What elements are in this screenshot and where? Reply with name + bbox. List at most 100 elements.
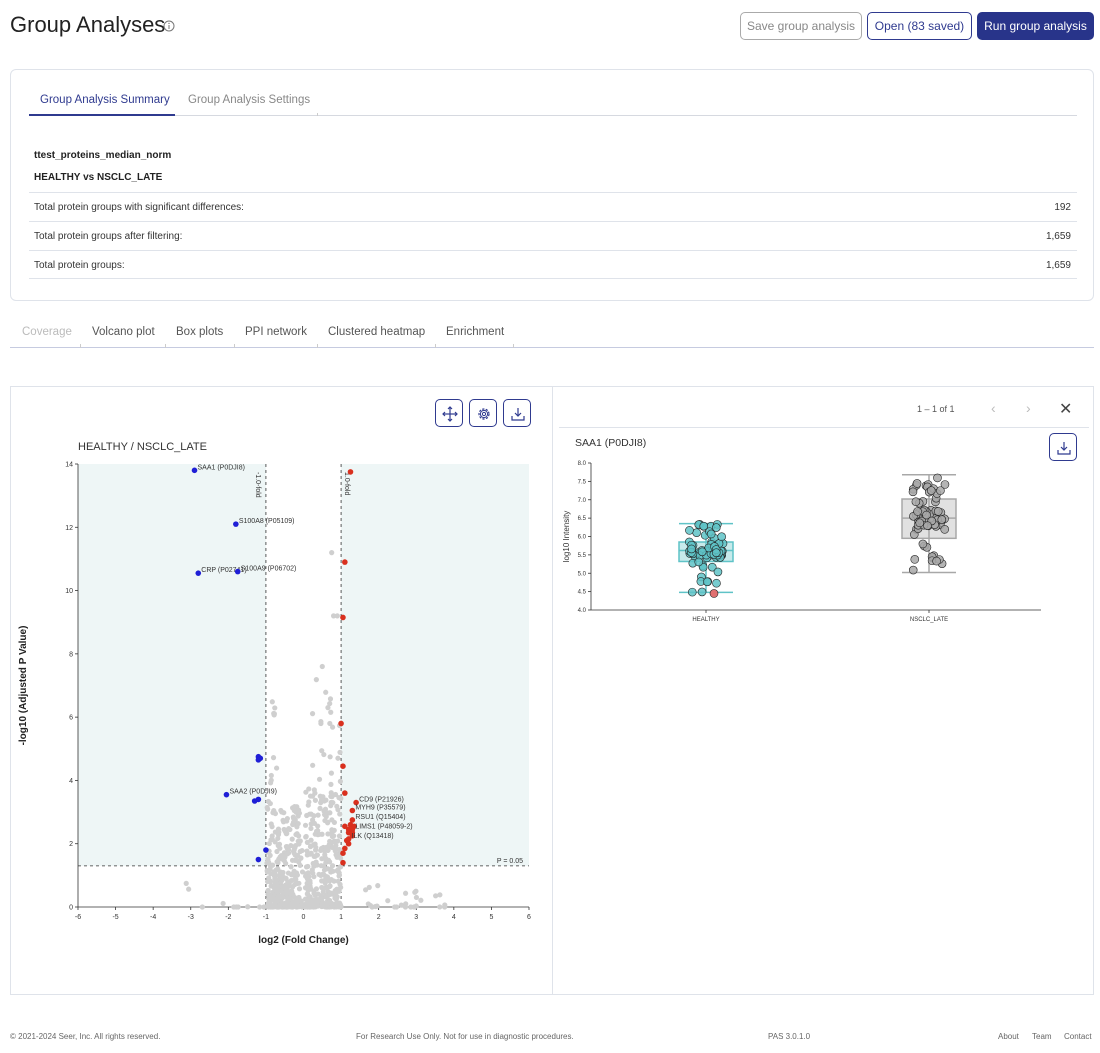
ns-point	[413, 894, 420, 901]
settings-button[interactable]	[469, 399, 497, 427]
close-icon[interactable]: ✕	[1059, 399, 1072, 419]
tab-group-analysis-summary[interactable]: Group Analysis Summary	[40, 94, 170, 106]
chevron-right-icon[interactable]: ›	[1026, 400, 1031, 416]
volcano-plot[interactable]: HEALTHY / NSCLC_LATE-6 -5 -4 -3 -2 -1 0 1 2 3 4 5 60…	[11, 387, 552, 994]
ns-point	[186, 886, 192, 892]
ns-point	[275, 843, 281, 849]
ns-point	[266, 904, 272, 910]
point-label: CD9 (P21926)	[359, 797, 404, 804]
box-y-tick-label: 5.0	[578, 571, 587, 577]
sample-point	[913, 524, 923, 534]
stat-value: 1,659	[1045, 260, 1071, 271]
pan-button[interactable]	[435, 399, 463, 427]
sample-point	[685, 526, 694, 535]
tab-group-analysis-settings[interactable]: Group Analysis Settings	[188, 94, 310, 106]
ns-point	[279, 877, 285, 883]
footer-link-contact[interactable]: Contact	[1064, 1032, 1092, 1041]
labeled-point	[349, 826, 356, 833]
sample-point	[922, 543, 932, 552]
tab-volcano-plot[interactable]: Volcano plot	[92, 326, 155, 338]
ns-point	[284, 818, 290, 824]
ns-point	[297, 838, 303, 844]
sample-point	[714, 548, 724, 558]
download-boxplot-button[interactable]	[1049, 433, 1077, 461]
ns-point	[289, 857, 296, 863]
info-icon[interactable]	[163, 20, 175, 32]
download-volcano-button[interactable]	[503, 399, 531, 427]
tab-divider	[513, 344, 514, 348]
box-y-tick-label: 4.5	[578, 590, 587, 596]
ns-point	[365, 901, 371, 907]
footer-link-about[interactable]: About	[998, 1032, 1019, 1041]
tab-coverage[interactable]: Coverage	[22, 326, 72, 338]
sample-point	[912, 479, 922, 488]
ns-point	[220, 900, 226, 907]
ns-point	[319, 663, 325, 670]
ns-point	[418, 897, 424, 903]
sample-point	[932, 556, 941, 566]
tab-clustered-heatmap[interactable]: Clustered heatmap	[328, 326, 425, 338]
sample-point	[697, 547, 707, 557]
sample-point	[710, 533, 719, 543]
sample-point	[694, 520, 704, 529]
ns-point	[385, 898, 391, 904]
y-axis-label: -log10 (Adjusted P Value)	[18, 626, 29, 746]
tab-ppi-network[interactable]: PPI network	[245, 326, 307, 338]
tab-enrichment[interactable]: Enrichment	[446, 326, 504, 338]
x-tick-label: -3	[188, 914, 194, 921]
summary-stats: Total protein groups with significant di…	[29, 192, 1077, 279]
download-icon	[1057, 442, 1071, 455]
save-group-analysis-button[interactable]: Save group analysis	[740, 12, 862, 40]
ns-point	[330, 863, 336, 869]
ns-point	[337, 778, 343, 784]
ns-point	[375, 883, 381, 889]
summary-card: Group Analysis Summary Group Analysis Se…	[10, 69, 1094, 301]
ns-point	[328, 770, 335, 776]
ns-point	[330, 800, 336, 806]
box-plot-protein-title: SAA1 (P0DJI8)	[575, 437, 647, 449]
ns-point	[437, 904, 443, 910]
box-y-tick-label: 8.0	[578, 461, 587, 467]
ns-point	[327, 720, 333, 727]
ns-point	[319, 748, 325, 754]
ns-point	[268, 821, 274, 827]
ns-point	[296, 886, 303, 892]
ns-point	[328, 781, 334, 787]
ns-point	[335, 755, 341, 761]
sample-point	[710, 542, 720, 551]
sample-point	[931, 493, 941, 503]
sample-point	[909, 530, 919, 539]
box-y-tick-label: 6.5	[578, 516, 587, 522]
stat-label: Total protein groups:	[34, 260, 125, 271]
sample-point	[912, 524, 921, 534]
ns-point	[325, 845, 331, 851]
ns-point	[313, 677, 319, 683]
sample-point	[922, 510, 931, 520]
active-tab-indicator	[29, 114, 175, 116]
run-group-analysis-button[interactable]: Run group analysis	[977, 12, 1094, 40]
ns-point	[281, 853, 287, 859]
x-tick-label: 1	[339, 914, 343, 921]
ns-point	[398, 902, 404, 908]
footer-link-team[interactable]: Team	[1032, 1032, 1052, 1041]
ns-point	[272, 705, 278, 711]
ns-point	[337, 749, 343, 755]
sample-point	[913, 512, 923, 522]
x-tick-label: 4	[452, 914, 456, 921]
ns-point	[336, 873, 342, 879]
sample-point	[923, 482, 932, 492]
sample-point	[927, 517, 936, 526]
up-regulated-point	[342, 790, 348, 796]
sample-point	[687, 587, 697, 597]
ns-point	[323, 813, 329, 820]
sample-point	[927, 552, 937, 562]
tab-box-plots[interactable]: Box plots	[176, 326, 223, 338]
sample-point	[933, 473, 942, 483]
sample-point	[927, 486, 936, 495]
sample-point	[685, 537, 694, 547]
open-saved-button[interactable]: Open (83 saved)	[867, 12, 972, 40]
chevron-left-icon[interactable]: ‹	[991, 400, 996, 416]
stat-value: 192	[1054, 202, 1071, 213]
point-label: S100A8 (P05109)	[239, 518, 295, 525]
sample-point	[919, 520, 929, 530]
